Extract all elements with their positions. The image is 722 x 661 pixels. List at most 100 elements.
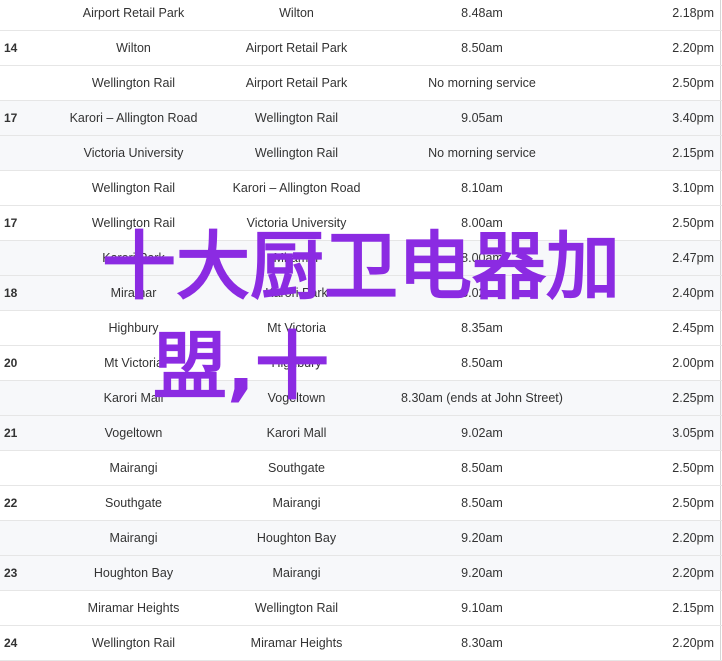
- route-number: [0, 451, 52, 486]
- morning-departure: 8.50am: [378, 346, 586, 381]
- to-stop: Vogeltown: [215, 381, 378, 416]
- from-stop: Wellington Rail: [52, 206, 215, 241]
- table-row: HighburyMt Victoria8.35am2.45pm: [0, 311, 722, 346]
- to-stop: Airport Retail Park: [215, 66, 378, 101]
- route-number: [0, 241, 52, 276]
- from-stop: Karori Mall: [52, 381, 215, 416]
- route-number: 20: [0, 346, 52, 381]
- route-number: 24: [0, 626, 52, 661]
- to-stop: Victoria University: [215, 206, 378, 241]
- from-stop: Highbury: [52, 311, 215, 346]
- route-number: [0, 171, 52, 206]
- morning-departure: 8.10am: [378, 171, 586, 206]
- from-stop: Karori Park: [52, 241, 215, 276]
- afternoon-departure: 2.20pm: [586, 556, 721, 591]
- to-stop: Mt Victoria: [215, 311, 378, 346]
- route-number: 21: [0, 416, 52, 451]
- from-stop: Miramar: [52, 276, 215, 311]
- afternoon-departure: 3.05pm: [586, 416, 721, 451]
- table-row: 22SouthgateMairangi8.50am2.50pm: [0, 486, 722, 521]
- morning-departure: 8.50am: [378, 451, 586, 486]
- to-stop: Airport Retail Park: [215, 31, 378, 66]
- route-number: 17: [0, 206, 52, 241]
- to-stop: Miramar: [215, 241, 378, 276]
- table-row: Karori MallVogeltown8.30am (ends at John…: [0, 381, 722, 416]
- route-number: 14: [0, 31, 52, 66]
- table-row: 23Houghton BayMairangi9.20am2.20pm: [0, 556, 722, 591]
- afternoon-departure: 2.50pm: [586, 206, 721, 241]
- route-number: 23: [0, 556, 52, 591]
- morning-departure: 9.05am: [378, 101, 586, 136]
- morning-departure: No morning service: [378, 66, 586, 101]
- from-stop: Wellington Rail: [52, 171, 215, 206]
- table-row: 18MiramarKarori Park8.02am2.40pm: [0, 276, 722, 311]
- to-stop: Karori Mall: [215, 416, 378, 451]
- afternoon-departure: 2.15pm: [586, 591, 721, 626]
- afternoon-departure: 3.40pm: [586, 101, 721, 136]
- to-stop: Mairangi: [215, 486, 378, 521]
- to-stop: Mairangi: [215, 556, 378, 591]
- to-stop: Highbury: [215, 346, 378, 381]
- table-row: Karori ParkMiramar8.00am2.47pm: [0, 241, 722, 276]
- morning-departure: 8.48am: [378, 0, 586, 31]
- route-number: 18: [0, 276, 52, 311]
- route-number: [0, 66, 52, 101]
- afternoon-departure: 2.20pm: [586, 626, 721, 661]
- morning-departure: 9.02am: [378, 416, 586, 451]
- afternoon-departure: 2.47pm: [586, 241, 721, 276]
- to-stop: Karori – Allington Road: [215, 171, 378, 206]
- route-number: [0, 521, 52, 556]
- from-stop: Miramar Heights: [52, 591, 215, 626]
- afternoon-departure: 2.20pm: [586, 31, 721, 66]
- from-stop: Mairangi: [52, 521, 215, 556]
- to-stop: Wilton: [215, 0, 378, 31]
- from-stop: Southgate: [52, 486, 215, 521]
- afternoon-departure: 2.20pm: [586, 521, 721, 556]
- route-number: [0, 0, 52, 31]
- morning-departure: No morning service: [378, 136, 586, 171]
- table-row: MairangiSouthgate8.50am2.50pm: [0, 451, 722, 486]
- from-stop: Mt Victoria: [52, 346, 215, 381]
- route-number: 22: [0, 486, 52, 521]
- morning-departure: 8.50am: [378, 486, 586, 521]
- afternoon-departure: 2.50pm: [586, 66, 721, 101]
- route-number: [0, 591, 52, 626]
- morning-departure: 8.50am: [378, 31, 586, 66]
- to-stop: Wellington Rail: [215, 136, 378, 171]
- from-stop: Wilton: [52, 31, 215, 66]
- table-row: 17Wellington RailVictoria University8.00…: [0, 206, 722, 241]
- afternoon-departure: 2.18pm: [586, 0, 721, 31]
- afternoon-departure: 2.15pm: [586, 136, 721, 171]
- afternoon-departure: 2.50pm: [586, 486, 721, 521]
- table-row: 14WiltonAirport Retail Park8.50am2.20pm: [0, 31, 722, 66]
- to-stop: Miramar Heights: [215, 626, 378, 661]
- from-stop: Victoria University: [52, 136, 215, 171]
- from-stop: Wellington Rail: [52, 66, 215, 101]
- morning-departure: 8.00am: [378, 206, 586, 241]
- afternoon-departure: 2.45pm: [586, 311, 721, 346]
- afternoon-departure: 3.10pm: [586, 171, 721, 206]
- table-row: Wellington RailKarori – Allington Road8.…: [0, 171, 722, 206]
- table-row: 20Mt VictoriaHighbury8.50am2.00pm: [0, 346, 722, 381]
- from-stop: Karori – Allington Road: [52, 101, 215, 136]
- afternoon-departure: 2.00pm: [586, 346, 721, 381]
- morning-departure: 9.10am: [378, 591, 586, 626]
- table-row: 24Wellington RailMiramar Heights8.30am2.…: [0, 626, 722, 661]
- morning-departure: 9.20am: [378, 521, 586, 556]
- table-row: Miramar HeightsWellington Rail9.10am2.15…: [0, 591, 722, 626]
- afternoon-departure: 2.40pm: [586, 276, 721, 311]
- from-stop: Houghton Bay: [52, 556, 215, 591]
- table-row: Victoria UniversityWellington RailNo mor…: [0, 136, 722, 171]
- timetable: Airport Retail ParkWilton8.48am2.18pm14W…: [0, 0, 722, 661]
- morning-departure: 8.00am: [378, 241, 586, 276]
- from-stop: Vogeltown: [52, 416, 215, 451]
- table-row: Airport Retail ParkWilton8.48am2.18pm: [0, 0, 722, 31]
- morning-departure: 8.35am: [378, 311, 586, 346]
- from-stop: Mairangi: [52, 451, 215, 486]
- morning-departure: 8.30am: [378, 626, 586, 661]
- table-row: 21VogeltownKarori Mall9.02am3.05pm: [0, 416, 722, 451]
- from-stop: Wellington Rail: [52, 626, 215, 661]
- morning-departure: 8.30am (ends at John Street): [378, 381, 586, 416]
- route-number: [0, 311, 52, 346]
- route-number: [0, 381, 52, 416]
